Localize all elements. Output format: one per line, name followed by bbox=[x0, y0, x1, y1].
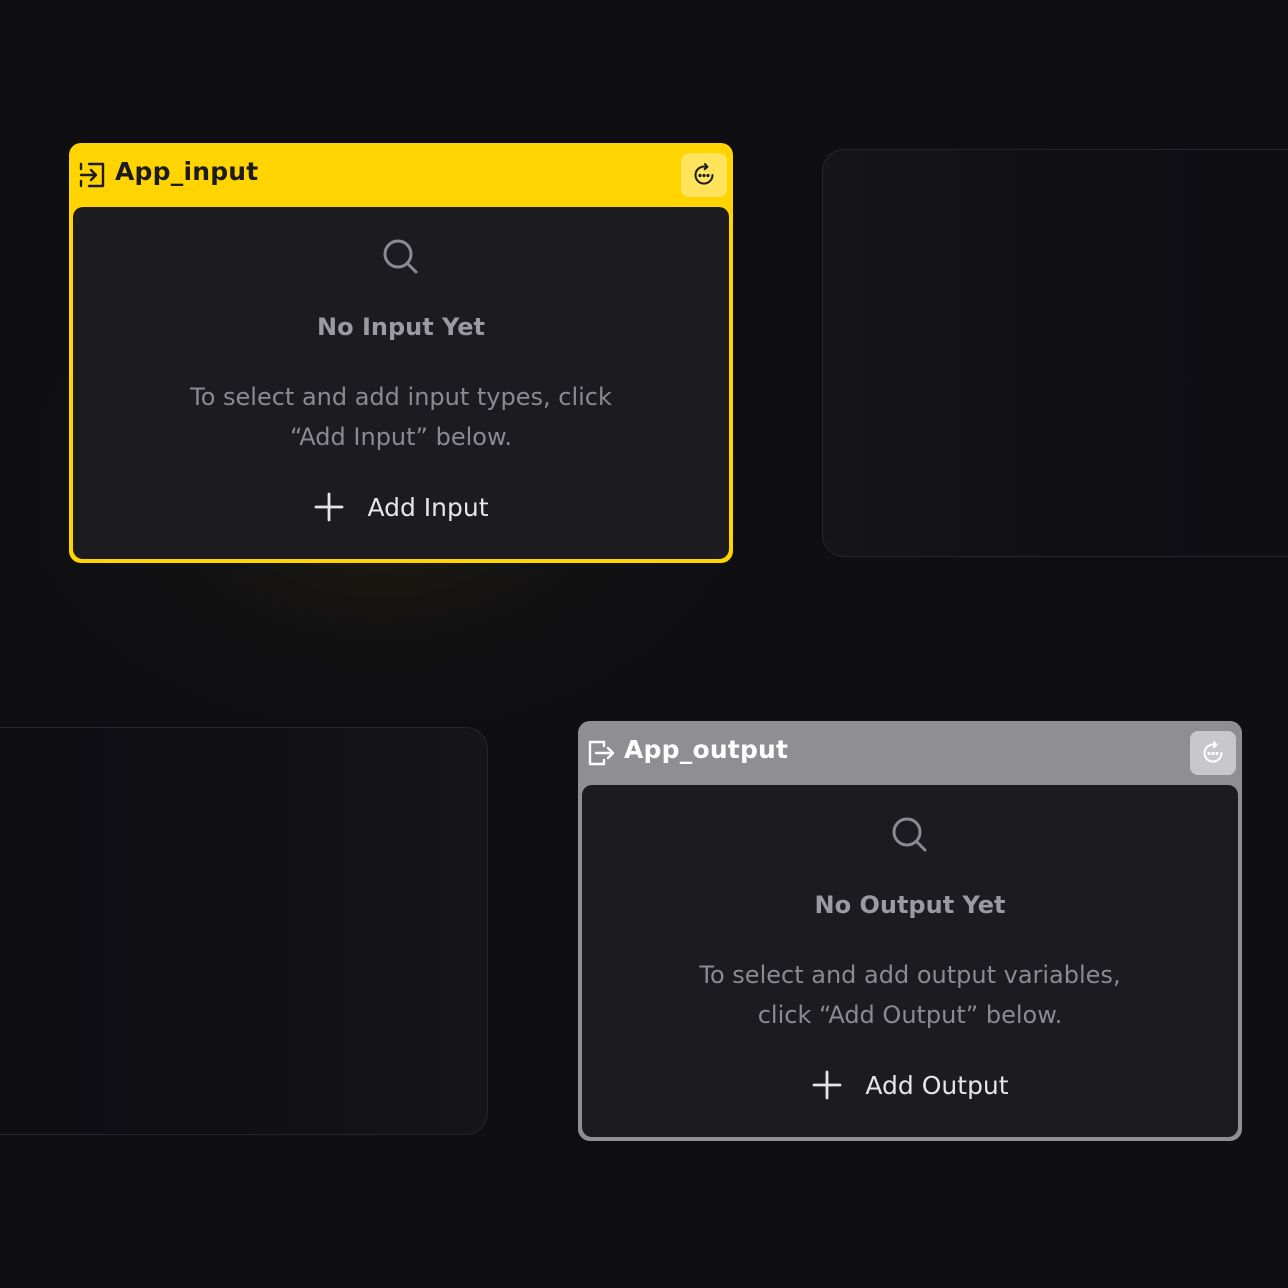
empty-state-description: To select and add output variables, clic… bbox=[699, 961, 1121, 1029]
app-output-refresh-button[interactable] bbox=[1190, 731, 1236, 775]
app-input-node[interactable]: App_input No Input Yet To select and add… bbox=[69, 143, 733, 563]
logout-arrow-icon bbox=[588, 740, 615, 766]
plus-icon bbox=[812, 1070, 842, 1100]
search-icon bbox=[892, 817, 927, 852]
ghost-node-right bbox=[822, 149, 1288, 557]
app-output-body: No Output Yet To select and add output v… bbox=[582, 785, 1238, 1137]
add-input-label: Add Input bbox=[367, 492, 489, 522]
add-input-button[interactable]: Add Input bbox=[73, 487, 729, 527]
app-output-title: App_output bbox=[624, 735, 789, 764]
refresh-dots-icon bbox=[694, 163, 714, 185]
app-input-header[interactable]: App_input bbox=[73, 143, 729, 207]
login-arrow-icon bbox=[79, 162, 105, 188]
app-input-title: App_input bbox=[115, 157, 259, 186]
refresh-dots-icon bbox=[1203, 741, 1223, 763]
empty-state-title: No Input Yet bbox=[317, 313, 485, 341]
plus-icon bbox=[315, 492, 344, 522]
empty-state-title: No Output Yet bbox=[814, 891, 1006, 919]
app-output-header[interactable]: App_output bbox=[582, 721, 1238, 785]
app-input-body: No Input Yet To select and add input typ… bbox=[73, 207, 729, 559]
add-output-label: Add Output bbox=[865, 1070, 1009, 1100]
ghost-node-left bbox=[0, 727, 488, 1135]
canvas: App_input No Input Yet To select and add… bbox=[0, 0, 1288, 1288]
app-input-refresh-button[interactable] bbox=[681, 153, 727, 197]
add-output-button[interactable]: Add Output bbox=[582, 1065, 1238, 1105]
app-output-node[interactable]: App_output No Output Yet To select and a… bbox=[578, 721, 1242, 1141]
empty-state-description: To select and add input types, click “Ad… bbox=[190, 383, 612, 451]
search-icon bbox=[383, 239, 418, 274]
